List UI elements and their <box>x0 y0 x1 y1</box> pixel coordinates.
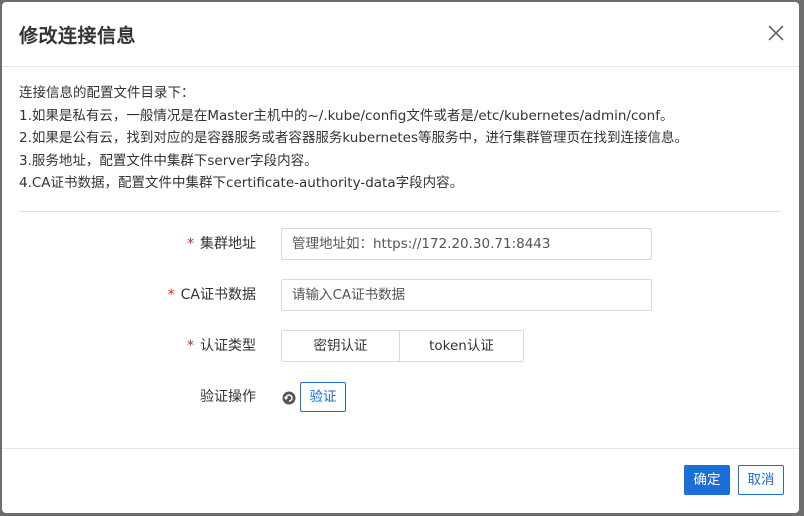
instruction-line: 4.CA证书数据，配置文件中集群下certificate-authority-d… <box>19 175 464 191</box>
edit-connection-dialog: 修改连接信息 连接信息的配置文件目录下： 1.如果是私有云，一般情况是在Mast… <box>2 2 799 513</box>
close-icon[interactable] <box>767 24 785 42</box>
dialog-footer: 确定 取消 <box>2 448 799 513</box>
ca-cert-input[interactable] <box>281 279 652 311</box>
auth-type-label: * 认证类型 <box>187 338 256 354</box>
auth-type-row: * 认证类型 密钥认证 token认证 <box>2 330 799 362</box>
ca-cert-row: * CA证书数据 <box>2 279 799 311</box>
cluster-address-row: * 集群地址 <box>2 228 799 260</box>
instruction-line: 3.服务地址，配置文件中集群下server字段内容。 <box>19 152 318 169</box>
instruction-line: 2.如果是公有云，找到对应的是容器服务或者容器服务kubernetes等服务中，… <box>19 130 689 146</box>
auth-option-token[interactable]: token认证 <box>400 331 523 361</box>
cluster-address-label: * 集群地址 <box>187 236 256 252</box>
verify-button[interactable]: 验证 <box>300 382 346 412</box>
auth-type-selector: 密钥认证 token认证 <box>281 330 524 362</box>
divider <box>19 211 781 212</box>
instructions-text: 连接信息的配置文件目录下： 1.如果是私有云，一般情况是在Master主机中的~… <box>19 82 781 195</box>
required-mark: * <box>187 236 194 252</box>
cluster-address-input[interactable] <box>281 228 652 260</box>
confirm-button[interactable]: 确定 <box>684 465 730 495</box>
instruction-line: 1.如果是私有云，一般情况是在Master主机中的~/.kube/config文… <box>19 107 674 124</box>
verify-row: 验证操作 验证 <box>2 381 799 413</box>
dialog-title: 修改连接信息 <box>19 25 137 47</box>
refresh-icon <box>282 390 296 405</box>
auth-option-key[interactable]: 密钥认证 <box>282 331 400 361</box>
verify-label: 验证操作 <box>200 389 256 405</box>
cancel-button[interactable]: 取消 <box>738 465 784 495</box>
required-mark: * <box>167 287 175 303</box>
required-mark: * <box>187 338 194 354</box>
instruction-line: 连接信息的配置文件目录下： <box>19 85 195 101</box>
dialog-header: 修改连接信息 <box>2 2 799 67</box>
ca-cert-label: * CA证书数据 <box>167 287 256 303</box>
